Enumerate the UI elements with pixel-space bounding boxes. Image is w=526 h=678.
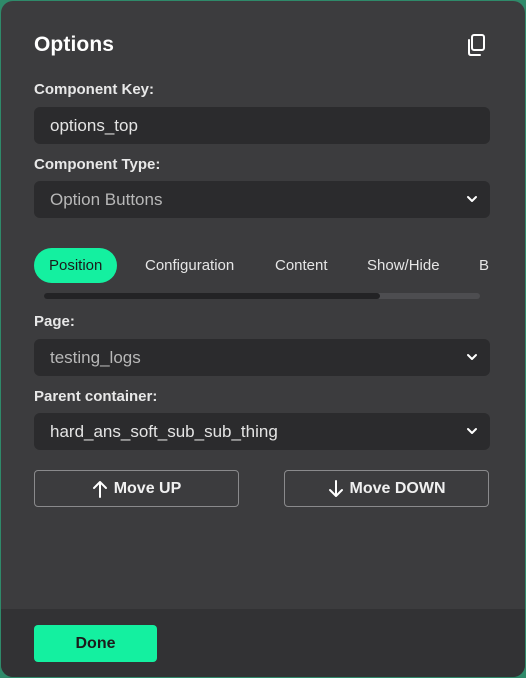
- component-type-value: Option Buttons: [50, 190, 163, 209]
- arrow-down-icon: [328, 479, 343, 497]
- page-label: Page:: [34, 313, 75, 330]
- move-up-label: Move UP: [113, 479, 182, 497]
- parent-container-value: hard_ans_soft_sub_sub_thing: [50, 422, 278, 441]
- copy-button[interactable]: [463, 32, 489, 58]
- component-type-select[interactable]: Option Buttons: [34, 181, 490, 218]
- chevron-down-icon: [467, 428, 477, 434]
- done-button[interactable]: Done: [34, 625, 157, 662]
- move-down-label: Move DOWN: [349, 479, 446, 497]
- arrow-up-icon: [92, 480, 107, 498]
- component-key-input[interactable]: [34, 107, 490, 144]
- component-key-label: Component Key:: [34, 81, 154, 98]
- copy-icon: [468, 34, 485, 56]
- dialog-title: Options: [34, 33, 115, 56]
- move-down-button[interactable]: Move DOWN: [284, 470, 489, 507]
- component-type-label: Component Type:: [34, 156, 161, 173]
- tab-bar: Position Configuration Content Show/Hide…: [34, 248, 490, 283]
- tab-truncated[interactable]: B: [479, 248, 489, 283]
- dialog-footer: Done: [1, 609, 525, 677]
- tab-show-hide[interactable]: Show/Hide: [367, 248, 440, 283]
- tab-content[interactable]: Content: [275, 248, 328, 283]
- chevron-down-icon: [467, 196, 477, 202]
- page-select[interactable]: testing_logs: [34, 339, 490, 376]
- options-dialog: Options Component Key: Component Type: O…: [1, 1, 525, 677]
- parent-container-select[interactable]: hard_ans_soft_sub_sub_thing: [34, 413, 490, 450]
- tab-scrollbar[interactable]: [44, 293, 480, 299]
- tab-position[interactable]: Position: [34, 248, 118, 283]
- move-up-button[interactable]: Move UP: [34, 470, 239, 507]
- tab-configuration[interactable]: Configuration: [145, 248, 234, 283]
- page-value: testing_logs: [50, 348, 141, 367]
- parent-container-label: Parent container:: [34, 388, 158, 405]
- chevron-down-icon: [467, 354, 477, 360]
- tab-scrollbar-thumb[interactable]: [44, 293, 380, 299]
